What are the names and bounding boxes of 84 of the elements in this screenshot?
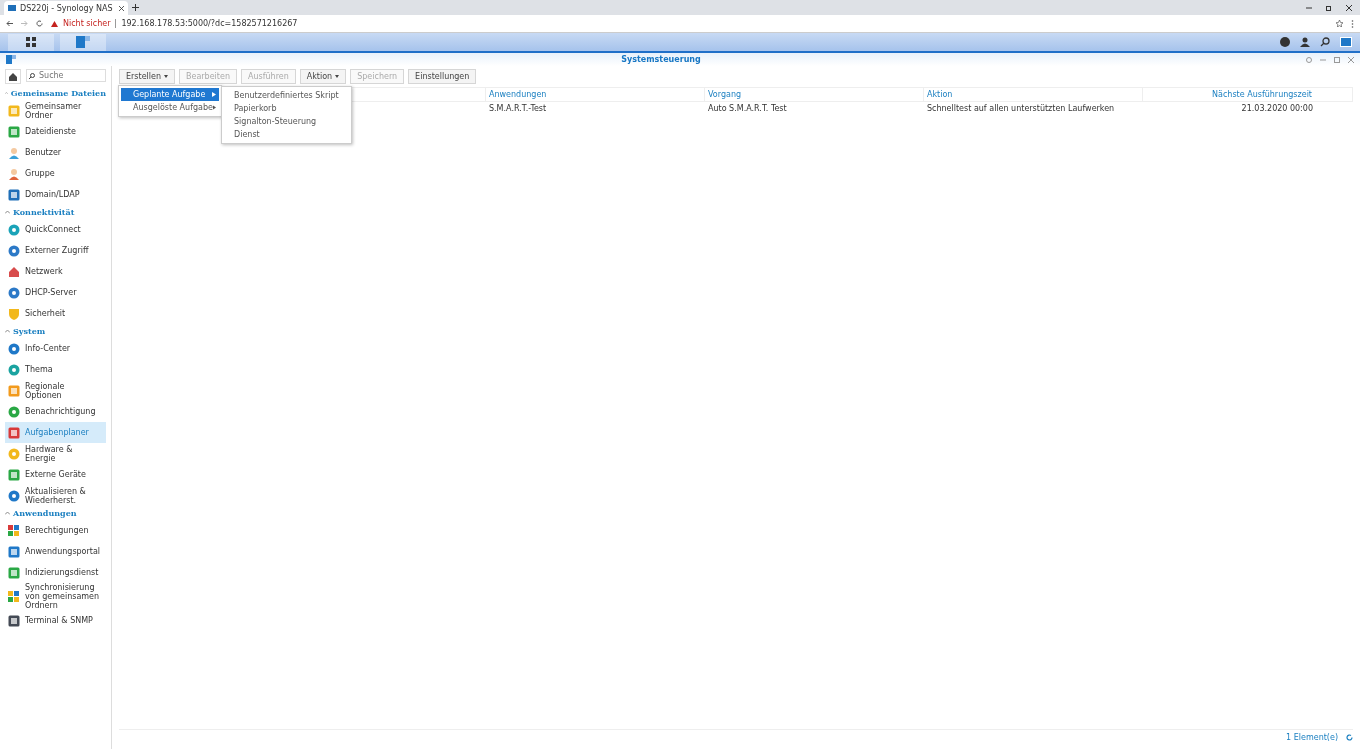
back-icon[interactable] xyxy=(6,20,13,27)
window-title: Systemsteuerung xyxy=(620,55,702,64)
sidebar-item[interactable]: Dateidienste xyxy=(5,121,106,142)
menu-item[interactable]: Dienst xyxy=(222,128,351,141)
reload-icon[interactable] xyxy=(36,20,43,27)
table-cell: Auto S.M.A.R.T. Test xyxy=(708,104,787,113)
sidebar-item[interactable]: Synchronisierung von gemeinsamen Ordnern xyxy=(5,583,106,610)
home-button[interactable] xyxy=(5,69,21,84)
minimize-icon[interactable] xyxy=(1306,4,1312,11)
item-count: 1 Element(e) xyxy=(1286,733,1338,742)
sidebar-item[interactable]: Info-Center xyxy=(5,338,106,359)
column-header[interactable]: Anwendungen xyxy=(489,90,547,99)
shield-icon xyxy=(8,307,20,320)
sidebar-item[interactable]: Benutzer xyxy=(5,142,106,163)
caret-icon xyxy=(212,105,216,110)
toolbar-button[interactable]: Einstellungen xyxy=(408,69,477,84)
browser-tab[interactable]: DS220j - Synology NAS xyxy=(4,1,128,15)
column-header[interactable]: Nächste Ausführungszeit xyxy=(1212,90,1312,99)
circle-icon xyxy=(8,286,20,299)
caret-icon xyxy=(164,75,168,78)
user-icon xyxy=(8,146,20,159)
column-header[interactable]: Aktion xyxy=(927,90,953,99)
sidebar-item[interactable]: Hardware & Energie xyxy=(5,443,106,464)
menu-item[interactable]: Geplante Aufgabe xyxy=(121,88,219,101)
security-label[interactable]: Nicht sicher xyxy=(63,19,111,28)
sidebar-item[interactable]: Externer Zugriff xyxy=(5,240,106,261)
plus-icon[interactable] xyxy=(132,4,139,11)
home-icon xyxy=(9,72,17,81)
widgets-icon[interactable] xyxy=(1340,37,1352,47)
close-icon[interactable] xyxy=(1346,4,1352,11)
main-menu-button[interactable] xyxy=(8,33,54,51)
sidebar-item[interactable]: Berechtigungen xyxy=(5,520,106,541)
sidebar-item[interactable]: Thema xyxy=(5,359,106,380)
sidebar-item[interactable]: QuickConnect xyxy=(5,219,106,240)
caret-icon xyxy=(212,92,216,97)
sidebar-item[interactable]: Netzwerk xyxy=(5,261,106,282)
sidebar-item[interactable]: Benachrichtigung xyxy=(5,401,106,422)
warning-icon xyxy=(51,20,58,27)
chevron-icon xyxy=(5,329,10,333)
menu-item[interactable]: Signalton-Steuerung xyxy=(222,115,351,128)
grid-icon xyxy=(26,37,36,47)
sidebar-item[interactable]: Gruppe xyxy=(5,163,106,184)
maximize-icon[interactable] xyxy=(1334,56,1340,63)
user-icon xyxy=(8,167,20,180)
sidebar-item[interactable]: Indizierungsdienst xyxy=(5,562,106,583)
control-panel-icon xyxy=(76,36,90,48)
house-icon xyxy=(8,265,20,278)
sidebar-item[interactable]: Aufgabenplaner xyxy=(5,422,106,443)
sidebar-item[interactable]: Anwendungsportal xyxy=(5,541,106,562)
restore-icon[interactable] xyxy=(1326,4,1332,11)
chevron-icon xyxy=(5,91,8,95)
star-icon[interactable] xyxy=(1336,20,1343,27)
menu-icon[interactable] xyxy=(1351,19,1354,28)
sidebar-item[interactable]: Regionale Optionen xyxy=(5,380,106,401)
taskbar-app-button[interactable] xyxy=(60,33,106,51)
table-cell: 21.03.2020 00:00 xyxy=(1241,104,1313,113)
menu-item[interactable]: Benutzerdefiniertes Skript xyxy=(222,89,351,102)
section-header[interactable]: Anwendungen xyxy=(5,506,106,520)
section-header[interactable]: System xyxy=(5,324,106,338)
sidebar-item[interactable]: Gemeinsamer Ordner xyxy=(5,100,106,121)
table-cell: Schnelltest auf allen unterstützten Laufwerken xyxy=(927,104,1115,113)
sidebar-item[interactable]: Terminal & SNMP xyxy=(5,610,106,631)
toolbar-button[interactable]: Erstellen xyxy=(119,69,175,84)
address-bar[interactable]: 192.168.178.53:5000/?dc=1582571216267 xyxy=(121,19,298,28)
column-header[interactable]: Vorgang xyxy=(708,90,742,99)
chevron-icon xyxy=(5,210,10,214)
sidebar-item[interactable]: Externe Geräte xyxy=(5,464,106,485)
chevron-icon xyxy=(5,511,10,515)
grid-icon xyxy=(8,524,20,537)
close-icon[interactable] xyxy=(119,5,124,11)
table-cell: S.M.A.R.T.-Test xyxy=(489,104,547,113)
sidebar-item[interactable]: Domain/LDAP xyxy=(5,184,106,205)
sidebar-item[interactable]: Sicherheit xyxy=(5,303,106,324)
caret-icon xyxy=(335,75,340,78)
toolbar-button[interactable]: Aktion xyxy=(299,69,347,84)
user-icon[interactable] xyxy=(1300,37,1310,47)
search-field[interactable]: Suche xyxy=(26,69,106,82)
section-header[interactable]: Gemeinsame Dateien xyxy=(5,86,106,100)
sidebar-item[interactable]: Aktualisieren & Wiederherst. xyxy=(5,485,106,506)
menu-item[interactable]: Papierkorb xyxy=(222,102,351,115)
section-header[interactable]: Konnektivität xyxy=(5,205,106,219)
control-panel-icon xyxy=(6,55,16,64)
menu-item[interactable]: Ausgelöste Aufgabe xyxy=(121,101,219,114)
sidebar-item[interactable]: DHCP-Server xyxy=(5,282,106,303)
